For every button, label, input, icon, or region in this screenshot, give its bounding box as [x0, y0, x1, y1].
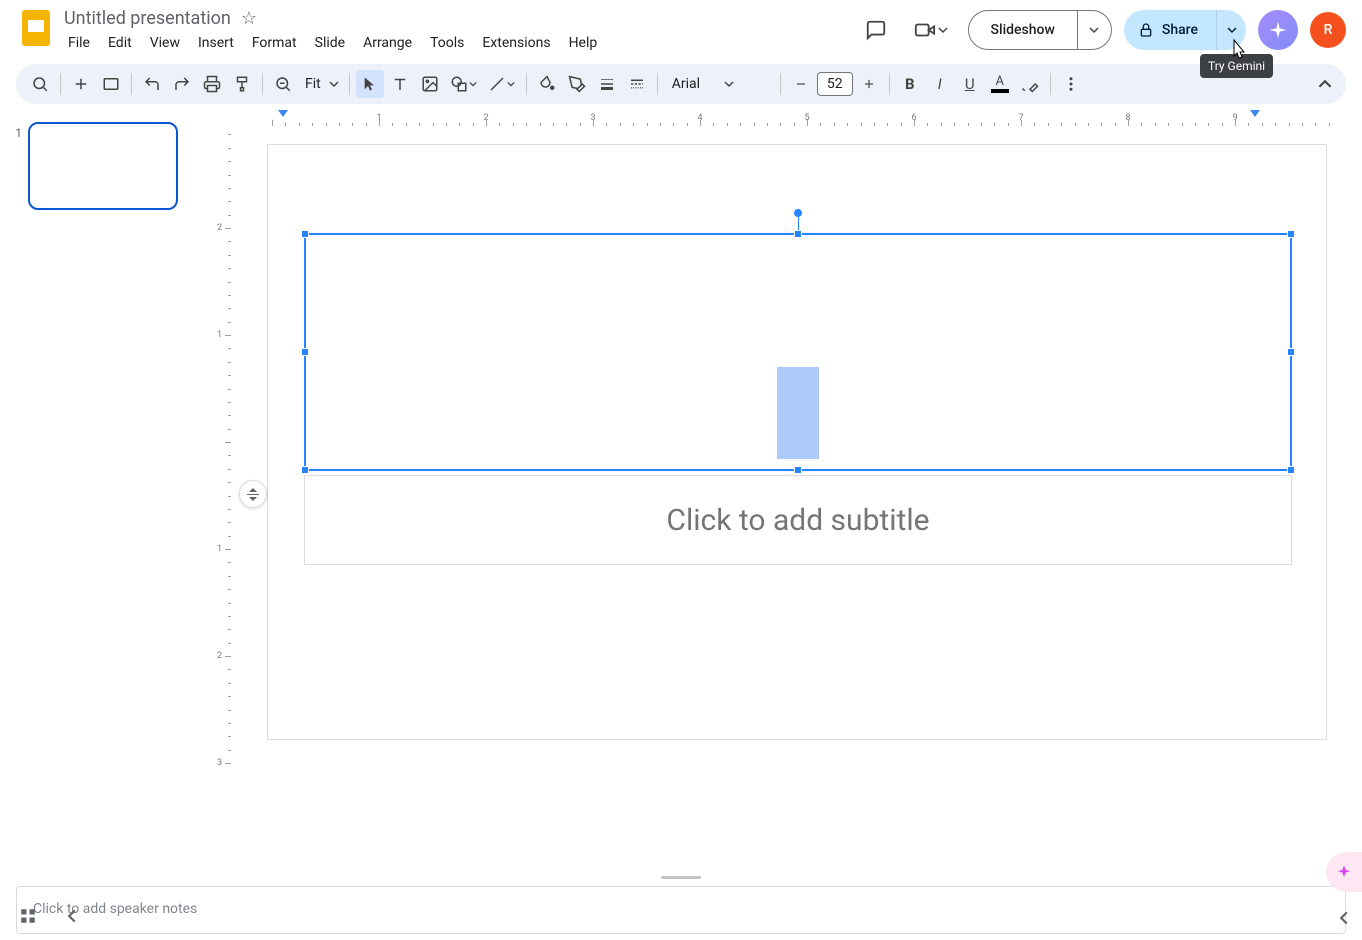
vertical-ruler[interactable]: 21123: [208, 126, 232, 874]
share-dropdown[interactable]: [1216, 10, 1246, 50]
menu-bar: File Edit View Insert Format Slide Arran…: [60, 29, 605, 55]
rotation-handle[interactable]: [794, 209, 802, 217]
highlight-color-icon[interactable]: [1016, 70, 1044, 98]
menu-slide[interactable]: Slide: [307, 31, 353, 55]
bold-icon[interactable]: B: [896, 70, 924, 98]
horizontal-ruler[interactable]: 123456789: [232, 110, 1362, 126]
lock-icon: [1138, 22, 1154, 38]
title-text-box[interactable]: [304, 233, 1292, 471]
menu-extensions[interactable]: Extensions: [474, 31, 558, 55]
indent-marker-left[interactable]: [278, 110, 288, 117]
account-avatar[interactable]: R: [1310, 12, 1346, 48]
insert-image-icon[interactable]: [416, 70, 444, 98]
insert-line-icon[interactable]: [484, 70, 520, 98]
menu-arrange[interactable]: Arrange: [355, 31, 420, 55]
notes-resize-handle[interactable]: [0, 874, 1362, 886]
font-size-increase[interactable]: [855, 70, 883, 98]
fit-vertical-icon[interactable]: [239, 480, 267, 508]
zoom-select[interactable]: Fit: [299, 76, 343, 92]
slideshow-button[interactable]: Slideshow: [968, 10, 1078, 50]
gemini-tooltip: Try Gemini: [1200, 54, 1273, 78]
text-box-icon[interactable]: [386, 70, 414, 98]
menu-view[interactable]: View: [142, 31, 188, 55]
star-icon[interactable]: ☆: [241, 8, 257, 29]
document-title[interactable]: Untitled presentation: [64, 8, 231, 29]
resize-handle-tl[interactable]: [301, 230, 309, 238]
slide-canvas[interactable]: Click to add subtitle: [267, 144, 1327, 740]
search-menus-icon[interactable]: [26, 70, 54, 98]
select-tool-icon[interactable]: [356, 70, 384, 98]
collapse-toolbar-icon[interactable]: [1318, 77, 1332, 91]
grid-view-icon[interactable]: [12, 900, 44, 932]
paint-format-icon[interactable]: [228, 70, 256, 98]
text-color-icon[interactable]: A: [986, 70, 1014, 98]
gemini-button[interactable]: [1258, 10, 1298, 50]
menu-insert[interactable]: Insert: [190, 31, 242, 55]
slide-thumbnail[interactable]: [28, 122, 178, 210]
redo-icon[interactable]: [168, 70, 196, 98]
app-logo[interactable]: [16, 8, 56, 48]
resize-handle-br[interactable]: [1287, 466, 1295, 474]
layout-menu-icon[interactable]: [97, 70, 125, 98]
filmstrip: 1: [0, 110, 208, 874]
indent-marker-right[interactable]: [1250, 110, 1260, 117]
text-selection-highlight: [777, 367, 819, 459]
underline-icon[interactable]: U: [956, 70, 984, 98]
menu-help[interactable]: Help: [561, 31, 606, 55]
meet-icon[interactable]: [908, 10, 956, 50]
font-size-input[interactable]: 52: [817, 72, 853, 96]
bottom-bar: [0, 892, 1362, 940]
slide-index: 1: [8, 122, 22, 140]
font-family-select[interactable]: Arial: [664, 76, 774, 92]
canvas-viewport[interactable]: Click to add subtitle: [232, 126, 1362, 874]
menu-edit[interactable]: Edit: [100, 31, 140, 55]
slideshow-dropdown[interactable]: [1078, 10, 1112, 50]
more-options-icon[interactable]: [1057, 70, 1085, 98]
border-dash-icon[interactable]: [623, 70, 651, 98]
fill-color-icon[interactable]: [533, 70, 561, 98]
comments-icon[interactable]: [856, 10, 896, 50]
subtitle-text-box[interactable]: Click to add subtitle: [304, 475, 1292, 565]
sparkle-icon: [1268, 20, 1288, 40]
italic-icon[interactable]: I: [926, 70, 954, 98]
print-icon[interactable]: [198, 70, 226, 98]
zoom-out-icon[interactable]: [269, 70, 297, 98]
resize-handle-ml[interactable]: [301, 348, 309, 356]
resize-handle-mr[interactable]: [1287, 348, 1295, 356]
editor-area: 123456789 21123: [208, 110, 1362, 874]
undo-icon[interactable]: [138, 70, 166, 98]
insert-shape-icon[interactable]: [446, 70, 482, 98]
resize-handle-tr[interactable]: [1287, 230, 1295, 238]
collapse-filmstrip-icon[interactable]: [56, 900, 88, 932]
new-slide-icon[interactable]: [67, 70, 95, 98]
menu-tools[interactable]: Tools: [422, 31, 472, 55]
resize-handle-tm[interactable]: [794, 230, 802, 238]
app-header: Untitled presentation ☆ File Edit View I…: [0, 0, 1362, 64]
border-weight-icon[interactable]: [593, 70, 621, 98]
menu-file[interactable]: File: [60, 31, 98, 55]
toolbar: Fit Arial 52 B I U A: [16, 64, 1346, 104]
resize-handle-bl[interactable]: [301, 466, 309, 474]
border-color-icon[interactable]: [563, 70, 591, 98]
explore-tab-icon[interactable]: [1326, 852, 1362, 892]
font-size-decrease[interactable]: [787, 70, 815, 98]
resize-handle-bm[interactable]: [794, 466, 802, 474]
menu-format[interactable]: Format: [244, 31, 305, 55]
share-button[interactable]: Share: [1124, 10, 1216, 50]
side-panel-toggle-icon[interactable]: [1330, 904, 1358, 932]
